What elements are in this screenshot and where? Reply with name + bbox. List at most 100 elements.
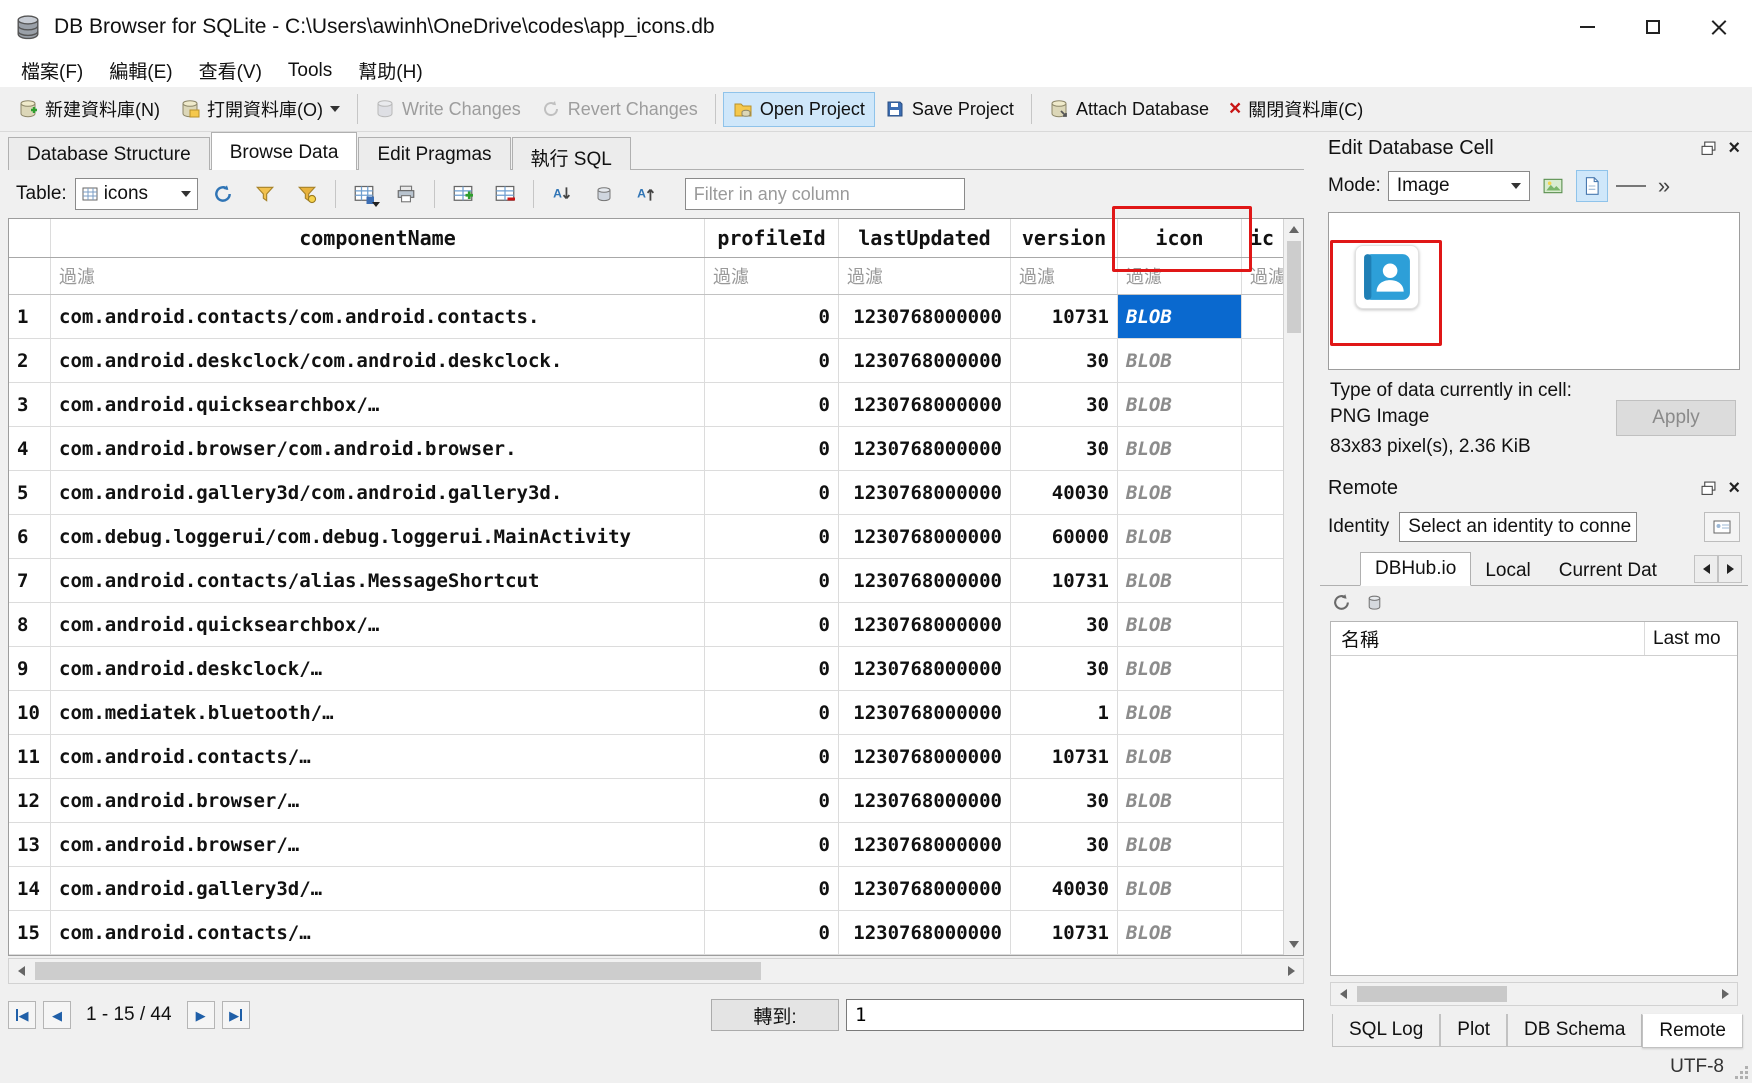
- cell-icon[interactable]: BLOB: [1118, 691, 1242, 734]
- cell-profileId[interactable]: 0: [705, 471, 839, 514]
- cell-lastUpdated[interactable]: 1230768000000: [839, 383, 1011, 426]
- cell-icon[interactable]: BLOB: [1118, 823, 1242, 866]
- cell-profileId[interactable]: 0: [705, 559, 839, 602]
- cell-lastUpdated[interactable]: 1230768000000: [839, 339, 1011, 382]
- row-number-header[interactable]: 1: [9, 295, 51, 338]
- cell-version[interactable]: 30: [1011, 823, 1118, 866]
- tab-sql-log[interactable]: SQL Log: [1332, 1014, 1440, 1047]
- cell-version[interactable]: 10731: [1011, 559, 1118, 602]
- row-number-header[interactable]: 2: [9, 339, 51, 382]
- cell-profileId[interactable]: 0: [705, 823, 839, 866]
- import-identity-button[interactable]: [1704, 512, 1740, 542]
- column-header-name[interactable]: 名稱: [1331, 622, 1645, 655]
- cell-partial[interactable]: [1242, 603, 1283, 646]
- cell-partial[interactable]: [1242, 515, 1283, 558]
- row-number-header[interactable]: 6: [9, 515, 51, 558]
- cell-icon[interactable]: BLOB: [1118, 339, 1242, 382]
- close-button[interactable]: [1686, 0, 1752, 54]
- column-header-partial[interactable]: ic: [1242, 219, 1283, 257]
- cell-lastUpdated[interactable]: 1230768000000: [839, 691, 1011, 734]
- cell-componentName[interactable]: com.android.deskclock/…: [51, 647, 705, 690]
- cell-profileId[interactable]: 0: [705, 779, 839, 822]
- encoding-indicator[interactable]: UTF-8: [1670, 1056, 1724, 1078]
- cell-lastUpdated[interactable]: 1230768000000: [839, 911, 1011, 954]
- cell-partial[interactable]: [1242, 779, 1283, 822]
- menu-file[interactable]: 檔案(F): [8, 54, 96, 87]
- row-number-header[interactable]: 15: [9, 911, 51, 954]
- tab-remote[interactable]: Remote: [1642, 1014, 1743, 1048]
- cell-componentName[interactable]: com.android.browser/…: [51, 779, 705, 822]
- row-number-header[interactable]: 3: [9, 383, 51, 426]
- cell-componentName[interactable]: com.android.quicksearchbox/…: [51, 603, 705, 646]
- cell-lastUpdated[interactable]: 1230768000000: [839, 559, 1011, 602]
- cell-profileId[interactable]: 0: [705, 911, 839, 954]
- cell-icon[interactable]: BLOB: [1118, 515, 1242, 558]
- cell-componentName[interactable]: com.debug.loggerui/com.debug.loggerui.Ma…: [51, 515, 705, 558]
- column-header-componentName[interactable]: componentName: [51, 219, 705, 257]
- vertical-scrollbar[interactable]: [1283, 219, 1303, 955]
- cell-profileId[interactable]: 0: [705, 427, 839, 470]
- cell-componentName[interactable]: com.android.contacts/…: [51, 735, 705, 778]
- row-number-header[interactable]: 11: [9, 735, 51, 778]
- tab-database-structure[interactable]: Database Structure: [8, 137, 210, 170]
- cell-version[interactable]: 30: [1011, 383, 1118, 426]
- open-database-button[interactable]: 打開資料庫(O): [170, 89, 350, 129]
- remote-scrollbar-thumb[interactable]: [1357, 986, 1507, 1002]
- tab-browse-data[interactable]: Browse Data: [211, 132, 358, 170]
- remote-refresh-icon[interactable]: [1332, 593, 1351, 612]
- attach-database-button[interactable]: Attach Database: [1039, 92, 1219, 127]
- close-panel-icon[interactable]: ×: [1728, 140, 1740, 156]
- revert-changes-button[interactable]: Revert Changes: [531, 92, 708, 127]
- horizontal-scrollbar-thumb[interactable]: [35, 962, 761, 980]
- horizontal-scrollbar[interactable]: [8, 958, 1304, 984]
- filter-input-icon[interactable]: 過濾: [1118, 258, 1242, 294]
- row-number-header[interactable]: 8: [9, 603, 51, 646]
- save-results-dropdown-icon[interactable]: [372, 202, 380, 207]
- row-number-header[interactable]: 10: [9, 691, 51, 734]
- maximize-button[interactable]: [1620, 0, 1686, 54]
- cell-lastUpdated[interactable]: 1230768000000: [839, 779, 1011, 822]
- column-header-version[interactable]: version: [1011, 219, 1118, 257]
- cell-partial[interactable]: [1242, 735, 1283, 778]
- goto-cell-button[interactable]: [587, 178, 621, 210]
- cell-componentName[interactable]: com.android.contacts/alias.MessageShortc…: [51, 559, 705, 602]
- cell-version[interactable]: 30: [1011, 427, 1118, 470]
- tab-dbhub[interactable]: DBHub.io: [1360, 552, 1471, 586]
- filter-input-lastUpdated[interactable]: 過濾: [839, 258, 1011, 294]
- cell-version[interactable]: 10731: [1011, 295, 1118, 338]
- cell-icon[interactable]: BLOB: [1118, 471, 1242, 514]
- row-number-header[interactable]: 4: [9, 427, 51, 470]
- cell-version[interactable]: 30: [1011, 339, 1118, 382]
- cell-profileId[interactable]: 0: [705, 383, 839, 426]
- last-record-button[interactable]: ▶: [222, 1001, 250, 1029]
- float-panel-icon[interactable]: [1701, 141, 1716, 156]
- save-filter-button[interactable]: [290, 178, 324, 210]
- cell-icon[interactable]: BLOB: [1118, 559, 1242, 602]
- menu-tools[interactable]: Tools: [275, 57, 345, 85]
- menu-help[interactable]: 幫助(H): [345, 54, 435, 87]
- import-data-button[interactable]: [1537, 170, 1569, 202]
- cell-partial[interactable]: [1242, 911, 1283, 954]
- cell-partial[interactable]: [1242, 867, 1283, 910]
- cell-componentName[interactable]: com.android.browser/…: [51, 823, 705, 866]
- previous-record-button[interactable]: ◀: [43, 1001, 71, 1029]
- cell-version[interactable]: 1: [1011, 691, 1118, 734]
- cell-partial[interactable]: [1242, 339, 1283, 382]
- column-header-lastUpdated[interactable]: lastUpdated: [839, 219, 1011, 257]
- cell-icon[interactable]: BLOB: [1118, 383, 1242, 426]
- cell-componentName[interactable]: com.mediatek.bluetooth/…: [51, 691, 705, 734]
- cell-image-preview[interactable]: [1355, 245, 1419, 309]
- next-record-button[interactable]: ▶: [187, 1001, 215, 1029]
- column-header-icon[interactable]: icon: [1118, 219, 1242, 257]
- close-database-button[interactable]: × 關閉資料庫(C): [1219, 89, 1373, 129]
- cell-icon[interactable]: BLOB: [1118, 603, 1242, 646]
- cell-icon[interactable]: BLOB: [1118, 867, 1242, 910]
- cell-icon[interactable]: BLOB: [1118, 911, 1242, 954]
- cell-lastUpdated[interactable]: 1230768000000: [839, 295, 1011, 338]
- cell-lastUpdated[interactable]: 1230768000000: [839, 647, 1011, 690]
- sort-descending-button[interactable]: A: [629, 178, 663, 210]
- cell-componentName[interactable]: com.android.contacts/…: [51, 911, 705, 954]
- resize-grip-icon[interactable]: [1735, 1066, 1749, 1080]
- cell-version[interactable]: 30: [1011, 779, 1118, 822]
- scroll-down-icon[interactable]: [1289, 941, 1299, 948]
